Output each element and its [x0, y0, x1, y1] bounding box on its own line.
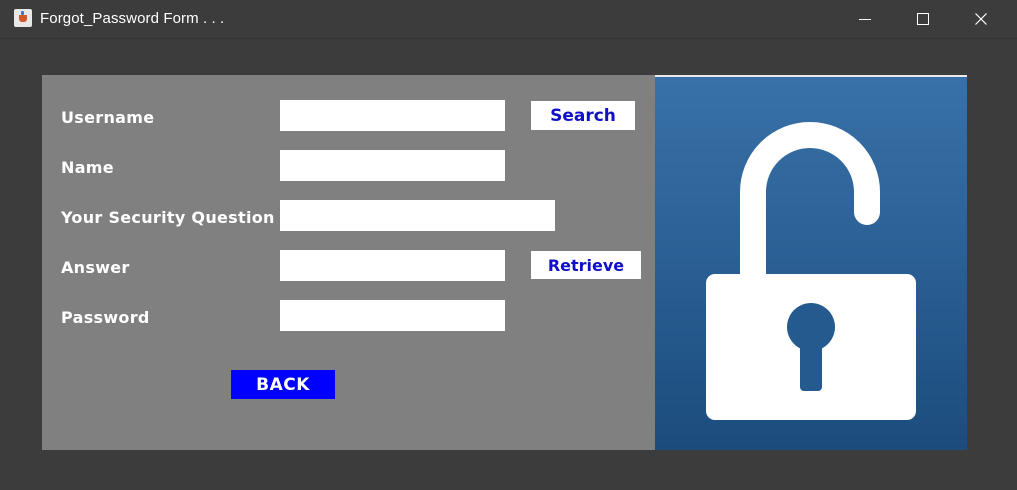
unlocked-padlock-icon — [706, 122, 916, 420]
password-input[interactable] — [280, 300, 505, 331]
name-input[interactable] — [280, 150, 505, 181]
name-label: Name — [61, 158, 114, 177]
padlock-image — [655, 75, 967, 450]
minimize-icon — [859, 18, 871, 20]
title-bar[interactable]: Forgot_Password Form . . . — [0, 0, 1017, 39]
maximize-icon — [917, 13, 929, 25]
username-label: Username — [61, 108, 155, 127]
search-button[interactable]: Search — [531, 101, 635, 130]
security-question-input[interactable] — [280, 200, 555, 231]
maximize-button[interactable] — [894, 0, 952, 38]
window-title: Forgot_Password Form . . . — [40, 10, 225, 27]
forgot-password-window: Forgot_Password Form . . . Username Sear… — [0, 0, 1017, 490]
security-question-label: Your Security Question — [61, 208, 275, 227]
java-cup-icon — [14, 9, 32, 27]
close-button[interactable] — [952, 0, 1010, 38]
back-button[interactable]: BACK — [231, 370, 335, 399]
close-icon — [975, 13, 987, 25]
form-panel: Username Search Name Your Security Quest… — [42, 75, 655, 450]
answer-label: Answer — [61, 258, 130, 277]
username-input[interactable] — [280, 100, 505, 131]
minimize-button[interactable] — [836, 0, 894, 38]
answer-input[interactable] — [280, 250, 505, 281]
retrieve-button[interactable]: Retrieve — [531, 251, 641, 279]
password-label: Password — [61, 308, 150, 327]
